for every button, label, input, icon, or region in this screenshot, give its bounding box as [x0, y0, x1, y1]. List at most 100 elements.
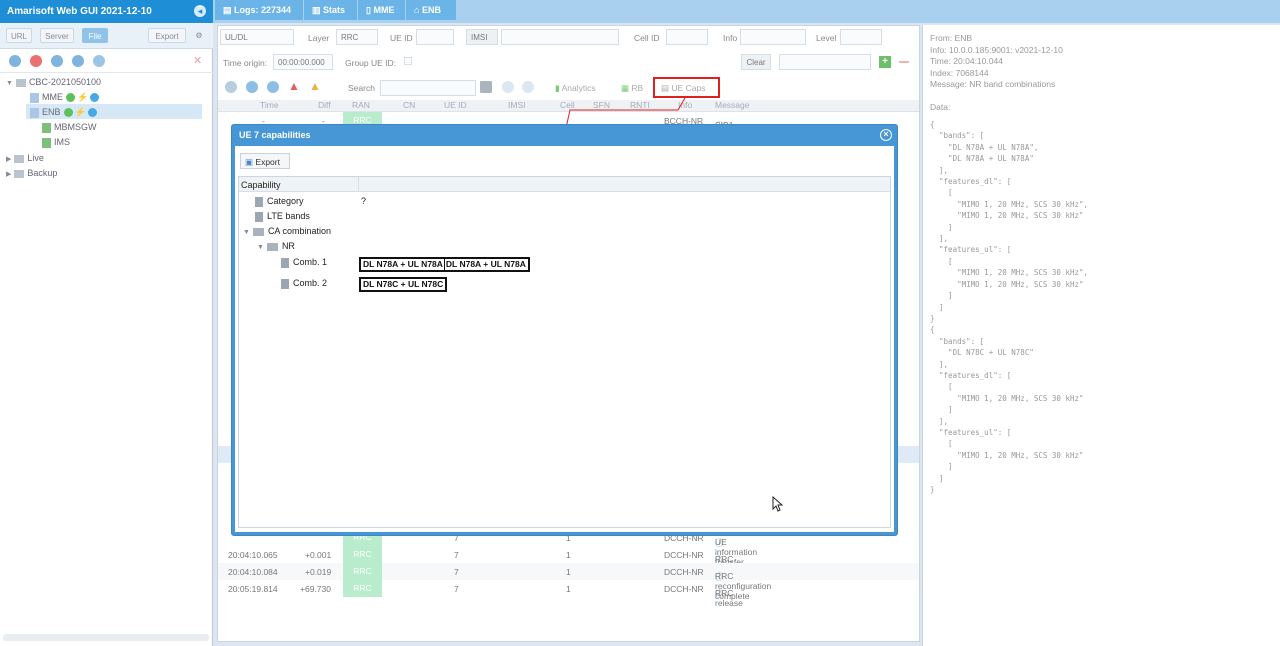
folder-icon	[15, 78, 26, 87]
layer-select[interactable]: RRC	[336, 29, 378, 45]
imsi-button[interactable]: IMSI	[466, 29, 498, 45]
direction-select[interactable]: UL/DL	[220, 29, 294, 45]
tab-enb[interactable]: ⌂ ENB	[406, 0, 456, 20]
stop-icon[interactable]	[30, 55, 42, 67]
refresh-icon[interactable]	[225, 81, 237, 93]
col-capability[interactable]: Capability	[241, 180, 281, 190]
group-ue-label: Group UE ID:	[345, 58, 397, 68]
logs-icon: ▤	[223, 5, 235, 15]
ue-capabilities-dialog: UE 7 capabilities × ▣ Export Capability …	[231, 124, 898, 536]
document-icon	[281, 278, 289, 289]
warning-icon[interactable]: ▲	[309, 79, 321, 93]
folder-icon	[14, 169, 25, 178]
app-title: Amarisoft Web GUI 2021-12-10	[0, 0, 213, 23]
pin-icon[interactable]	[93, 55, 105, 67]
url-button[interactable]: URL	[6, 28, 32, 43]
detail-data-label: Data:	[930, 101, 951, 112]
imsi-select[interactable]	[501, 29, 619, 45]
folder-icon	[252, 227, 264, 236]
tab-stats[interactable]: ▥ Stats	[304, 0, 357, 20]
analytics-button[interactable]: ▮ Analytics	[555, 83, 596, 94]
time-origin-input[interactable]: 00:00:00.000	[273, 54, 333, 70]
save-icon: ▣	[245, 157, 256, 167]
tree-item-mme[interactable]: MME ⚡	[30, 92, 100, 103]
level-select[interactable]	[840, 29, 882, 45]
close-icon[interactable]: ×	[880, 129, 892, 141]
arrow-right-icon[interactable]	[267, 81, 279, 93]
tree-item-ims[interactable]: IMS	[42, 137, 70, 148]
tree-item-enb[interactable]: ENB ⚡	[26, 104, 202, 119]
tree-item-comb-1[interactable]: Comb. 1	[281, 257, 327, 268]
close-icon[interactable]: ✕	[193, 54, 202, 67]
ue-caps-highlight	[653, 77, 720, 98]
document-icon	[281, 257, 289, 268]
collapse-panel-icon[interactable]: ◂	[194, 5, 206, 17]
play-icon[interactable]	[87, 108, 97, 118]
ue-id-label: UE ID	[390, 33, 413, 43]
server-button[interactable]: Server	[40, 28, 74, 43]
next-icon[interactable]	[522, 81, 534, 93]
comb-2-values: DL N78C + UL N78C	[359, 277, 448, 292]
info-label: Info	[723, 33, 738, 43]
table-row[interactable]: 20:05:19.814 +69.730 RRC 7 1 DCCH-NR ⓘ R…	[218, 580, 919, 608]
col-imsi[interactable]: IMSI	[508, 100, 525, 110]
ok-icon	[63, 108, 73, 118]
arrow-left-icon[interactable]	[246, 81, 258, 93]
comb-1-values: DL N78A + UL N78A DL N78A + UL N78A	[359, 257, 530, 272]
tree-item-ca-combination[interactable]: ▼ CA combination	[243, 226, 331, 236]
capability-header: Capability	[239, 177, 890, 192]
tree-toolbar: ✕	[0, 49, 213, 73]
tree-item-nr[interactable]: ▼ NR	[257, 241, 295, 251]
info-icon[interactable]	[72, 55, 84, 67]
tree-backup[interactable]: ▶ Backup	[6, 168, 57, 178]
ue-id-select[interactable]	[416, 29, 454, 45]
rb-button[interactable]: ▦ RB	[621, 83, 643, 94]
antenna-icon: ⌂	[414, 5, 422, 15]
search-input[interactable]	[380, 80, 476, 96]
tree-item-mbmsgw[interactable]: MBMSGW	[42, 122, 97, 133]
col-diff[interactable]: Diff	[318, 100, 331, 110]
clear-button[interactable]: Clear	[741, 54, 771, 70]
table-row[interactable]: 20:04:10.065 +0.001 RRC 7 1 DCCH-NR ⓘ RR…	[218, 546, 919, 574]
time-origin-label: Time origin:	[223, 58, 268, 68]
tree-item-category[interactable]: Category	[255, 196, 304, 207]
dialog-body: ▣ Export Capability Category ? LTE bands…	[235, 146, 894, 532]
error-icon[interactable]: ▲	[288, 79, 300, 93]
remove-icon[interactable]	[899, 61, 909, 63]
file-button[interactable]: File	[82, 28, 108, 43]
search-icon[interactable]	[9, 55, 21, 67]
detail-info: Info: 10.0.0.185:9001: v2021-12-10	[930, 44, 1063, 55]
filter-select[interactable]	[779, 54, 871, 70]
dialog-title: UE 7 capabilities	[239, 130, 311, 140]
group-ue-checkbox[interactable]	[404, 57, 412, 65]
copy-icon[interactable]	[51, 55, 63, 67]
detail-time: Time: 20:04:10.044	[930, 56, 1003, 66]
search-options-icon[interactable]	[480, 81, 492, 93]
tree-root[interactable]: ▼ CBC-2021050100	[6, 77, 101, 87]
add-icon[interactable]: +	[879, 56, 891, 68]
col-time[interactable]: Time	[260, 100, 279, 110]
tree-live[interactable]: ▶ Live	[6, 153, 44, 163]
tree-item-comb-2[interactable]: Comb. 2	[281, 278, 327, 289]
col-message[interactable]: Message	[715, 100, 750, 110]
prev-icon[interactable]	[502, 81, 514, 93]
export-button[interactable]: ▣ Export	[240, 153, 290, 169]
horizontal-scrollbar[interactable]	[3, 634, 209, 641]
ok-icon	[66, 93, 75, 103]
col-cn[interactable]: CN	[403, 100, 415, 110]
table-row[interactable]: 20:04:10.084 +0.019 RRC 7 1 DCCH-NR ⓘ RR…	[218, 563, 919, 601]
tab-mme[interactable]: ▯ MME	[358, 0, 405, 20]
info-select[interactable]	[740, 29, 806, 45]
tree-item-lte-bands[interactable]: LTE bands	[255, 211, 310, 222]
play-icon[interactable]	[90, 93, 100, 103]
col-ran[interactable]: RAN	[352, 100, 370, 110]
settings-icon[interactable]: ⚙	[192, 28, 206, 43]
cell-id-select[interactable]	[666, 29, 708, 45]
search-label: Search	[348, 83, 375, 93]
export-button[interactable]: Export	[148, 28, 186, 43]
col-ue-id[interactable]: UE ID	[444, 100, 467, 110]
tab-bar: ▤ Logs: 227344 ▥ Stats ▯ MME ⌂ ENB	[213, 0, 1280, 23]
detail-index: Index: 7068144	[930, 67, 989, 78]
tab-logs[interactable]: ▤ Logs: 227344	[215, 0, 303, 20]
server-icon	[30, 92, 39, 103]
